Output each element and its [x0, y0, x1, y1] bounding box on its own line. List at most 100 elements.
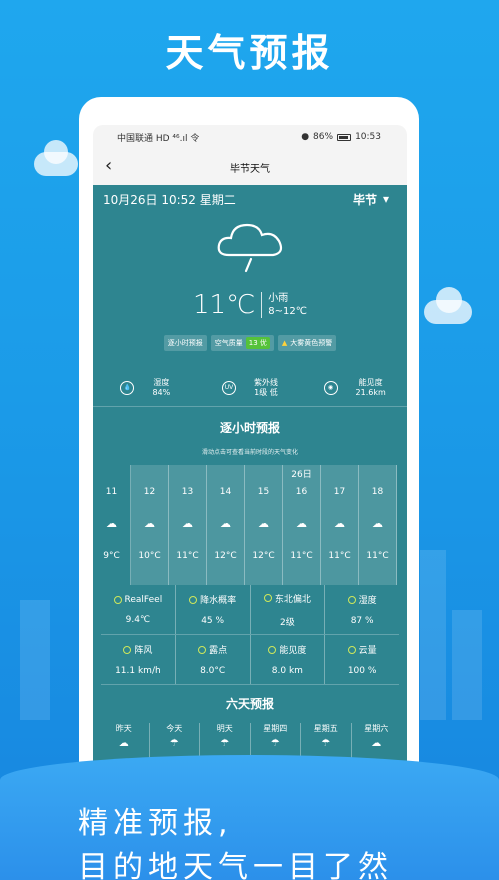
hour-temp: 11°C [176, 551, 199, 561]
hourly-strip[interactable]: 11 ☁ 9°C 12 ☁ 10°C 13 ☁ 11°C 14 ☁ 12°C 15 ☁ 12°C 2… [93, 465, 407, 585]
gust-icon [123, 645, 132, 654]
hour-temp: 11°C [366, 551, 389, 561]
eye-icon: ◉ [323, 380, 338, 395]
phone-screen: 中国联通 HD ⁴⁶.ıl 令 ● 86% 10:53 ‹ 毕节天气 10月26… [93, 125, 407, 765]
slogan-line-1: 精准预报, [78, 806, 233, 841]
info-chips: 逐小时预报 空气质量 13 优 ▲ 大雾黄色预警 [93, 335, 407, 351]
aqi-label: 空气质量 [214, 339, 243, 347]
cloud-rain-icon: ☁ [372, 517, 383, 530]
carrier-info: 中国联通 HD ⁴⁶.ıl 令 [117, 133, 200, 144]
stat-value: 1级 低 [254, 387, 278, 397]
clock: 10:53 [355, 132, 381, 142]
battery-icon [337, 133, 352, 141]
day-label: 星期四 [263, 724, 288, 733]
day-label: 明天 [216, 724, 233, 733]
condition-block: 小雨 8~12℃ [268, 292, 307, 318]
hour-temp: 10°C [138, 551, 161, 561]
condition-text: 小雨 [268, 293, 289, 304]
aqi-chip[interactable]: 空气质量 13 优 [210, 335, 274, 351]
detail-wind: 东北偏北 2级 [251, 585, 326, 634]
hour-label: 18 [371, 487, 384, 497]
day-label: 星期六 [364, 724, 389, 733]
realfeel-icon [113, 595, 122, 604]
datetime: 10月26日 10:52 星期二 [103, 192, 236, 207]
hour-temp: 11°C [328, 551, 351, 561]
status-right: ● 86% 10:53 [301, 132, 381, 142]
cloud-icon: ☁ [371, 738, 382, 749]
cloud-rain-icon: ☁ [144, 517, 155, 530]
detail-label: 阵风 [134, 646, 153, 656]
promo-title: 天气预报 [165, 31, 334, 75]
rain-icon: ☂ [169, 738, 179, 749]
drop-icon [347, 595, 356, 604]
cloud-rain-icon: ☁ [220, 517, 231, 530]
day-label: 星期五 [313, 724, 338, 733]
aqi-value: 13 优 [245, 337, 270, 349]
hour-label: 15 [257, 487, 270, 497]
day-label: 今天 [166, 724, 183, 733]
rain-icon: ☂ [220, 738, 230, 749]
warning-chip[interactable]: ▲ 大雾黄色预警 [277, 335, 337, 351]
hourly-subtitle: 滑动点击可查看当前时段的天气变化 [201, 449, 298, 456]
city-name: 毕节 [352, 192, 377, 207]
back-button[interactable]: ‹ [105, 155, 125, 179]
city-selector[interactable]: 毕节 ▾ [353, 191, 389, 208]
hour-temp: 12°C [214, 551, 237, 561]
hour-label: 13 [181, 487, 194, 497]
detail-value: 2级 [280, 617, 295, 628]
hour-item[interactable]: 17 ☁ 11°C [321, 465, 359, 585]
hour-item[interactable]: 18 ☁ 11°C [359, 465, 397, 585]
rain-icon: ☂ [270, 738, 280, 749]
hour-item[interactable]: 13 ☁ 11°C [169, 465, 207, 585]
current-temp-row: 11℃ 小雨 8~12℃ [93, 290, 407, 320]
background-cloud-right [424, 287, 472, 324]
cloud-rain-icon: ☁ [258, 517, 269, 530]
uv-icon: UV [222, 380, 236, 395]
detail-label: 降水概率 [200, 596, 237, 606]
detail-value: 8.0 km [271, 666, 303, 676]
dewpoint-icon [198, 645, 207, 654]
cloud-icon: ☁ [118, 738, 129, 749]
city-silhouette [20, 600, 50, 720]
cloud-rain-icon: ☁ [334, 517, 345, 530]
stat-value: 21.6km [355, 387, 386, 397]
temp-range: 8~12℃ [268, 306, 307, 317]
details-grid: RealFeel 9.4℃ 降水概率 45 % 东北偏北 2级 湿度 87 % 阵风 11… [101, 585, 399, 685]
detail-cloudcover: 云量 100 % [325, 635, 399, 684]
hour-item[interactable]: 26日 16 ☁ 11°C [283, 465, 321, 585]
hour-label: 16 [295, 487, 308, 497]
detail-label: 东北偏北 [274, 594, 311, 605]
warning-label: 大雾黄色预警 [290, 339, 333, 347]
hour-item[interactable]: 11 ☁ 9°C [93, 465, 131, 585]
stats-row: 💧 湿度 84% UV 紫外线 1级 低 ◉ 能见度 21.6km [93, 369, 407, 407]
detail-value: 45 % [201, 616, 225, 626]
battery-percent: 86% [313, 132, 334, 142]
detail-value: 87 % [350, 616, 374, 626]
drop-icon: 💧 [120, 380, 135, 395]
hourly-chip[interactable]: 逐小时预报 [163, 335, 207, 351]
city-silhouette [420, 550, 446, 720]
hour-item[interactable]: 14 ☁ 12°C [207, 465, 245, 585]
stat-value: 84% [152, 387, 171, 397]
detail-visibility: 能见度 8.0 km [251, 635, 326, 684]
detail-value: 8.0°C [200, 666, 226, 676]
cloud-rain-icon: ☁ [296, 517, 307, 530]
location-icon: ● [301, 132, 310, 142]
hour-item[interactable]: 12 ☁ 10°C [131, 465, 169, 585]
rain-cloud-icon [217, 223, 283, 273]
detail-value: 9.4℃ [125, 614, 151, 625]
caret-down-icon: ▾ [382, 192, 389, 206]
cloud-rain-icon: ☁ [106, 517, 117, 530]
detail-label: 湿度 [358, 596, 377, 606]
detail-humidity: 湿度 87 % [325, 585, 399, 634]
detail-label: RealFeel [124, 594, 163, 605]
hour-item[interactable]: 15 ☁ 12°C [245, 465, 283, 585]
nav-bar: ‹ 毕节天气 [93, 149, 407, 185]
eye-icon [268, 645, 277, 654]
detail-value: 100 % [347, 666, 377, 676]
hour-label: 17 [333, 487, 346, 497]
detail-precip: 降水概率 45 % [176, 585, 251, 634]
detail-label: 露点 [209, 646, 228, 656]
hour-temp: 11°C [290, 551, 313, 561]
details-row: RealFeel 9.4℃ 降水概率 45 % 东北偏北 2级 湿度 87 % [101, 585, 399, 635]
